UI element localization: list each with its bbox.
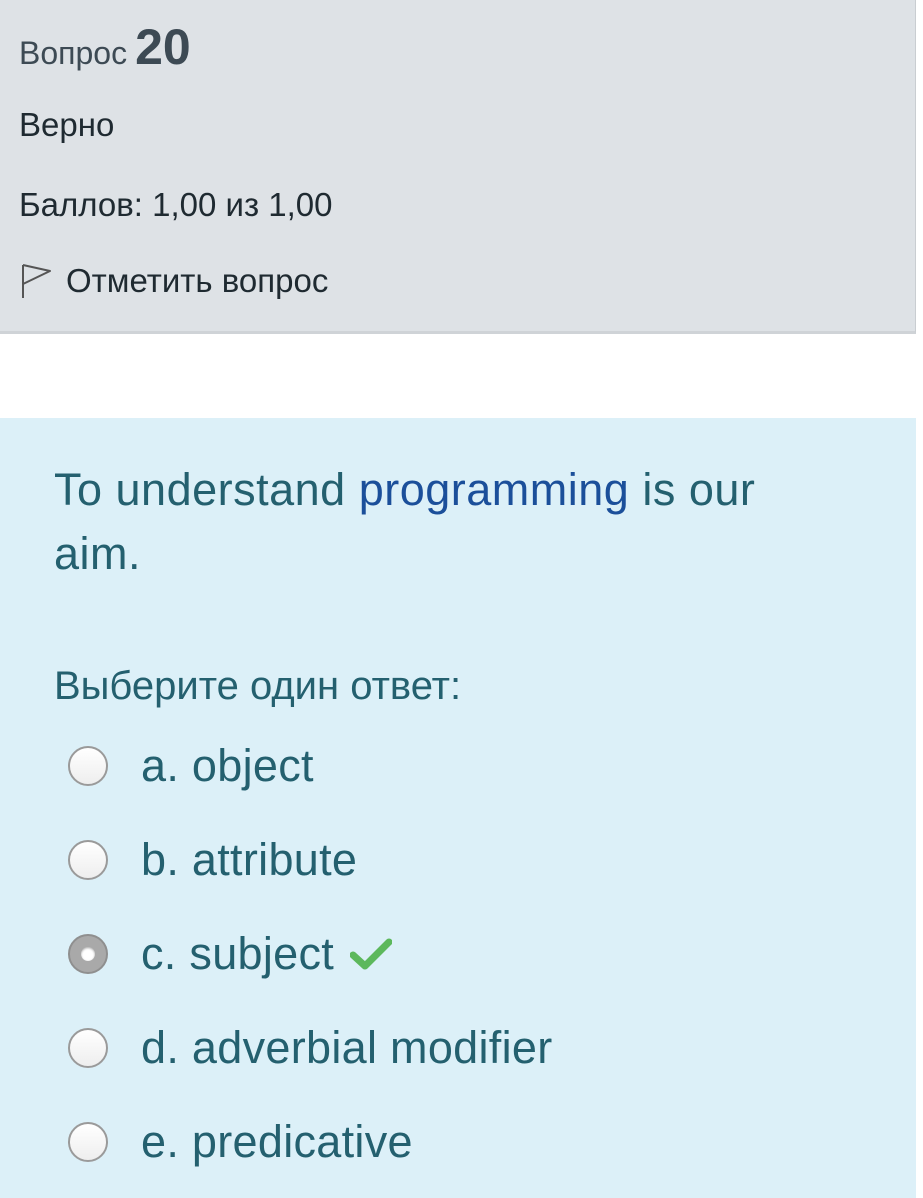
question-word: Вопрос bbox=[19, 35, 128, 71]
flag-question-link[interactable]: Отметить вопрос bbox=[19, 262, 328, 300]
question-info-panel: Вопрос 20 Верно Баллов: 1,00 из 1,00 Отме… bbox=[0, 0, 916, 334]
radio-button[interactable] bbox=[68, 1122, 108, 1162]
question-text-highlight: programming bbox=[358, 464, 630, 515]
radio-button-selected[interactable] bbox=[68, 934, 108, 974]
question-content-panel: To understand programming is our aim. Вы… bbox=[0, 418, 916, 1198]
answer-option-label: a. object bbox=[141, 740, 314, 791]
answer-option-b[interactable]: b. attribute bbox=[68, 834, 357, 886]
radio-button[interactable] bbox=[68, 746, 108, 786]
answer-option-label: c. subject bbox=[141, 928, 335, 979]
check-icon bbox=[350, 938, 393, 970]
question-status: Верно bbox=[19, 106, 115, 143]
question-header: Вопрос 20 bbox=[19, 18, 191, 76]
question-text-before: To understand bbox=[54, 464, 359, 515]
answer-option-label: e. predicative bbox=[141, 1116, 413, 1167]
flag-question-label: Отметить вопрос bbox=[66, 262, 329, 299]
radio-button[interactable] bbox=[68, 1028, 108, 1068]
question-number: 20 bbox=[135, 19, 191, 75]
answer-option-label: d. adverbial modifier bbox=[141, 1022, 553, 1073]
answer-option-label: b. attribute bbox=[141, 834, 358, 885]
flag-icon bbox=[22, 264, 51, 298]
answer-option-a[interactable]: a. object bbox=[68, 740, 314, 792]
question-grade: Баллов: 1,00 из 1,00 bbox=[19, 186, 333, 223]
question-text: To understand programming is our aim. bbox=[54, 458, 854, 586]
answer-prompt: Выберите один ответ: bbox=[54, 664, 462, 708]
answer-option-e[interactable]: e. predicative bbox=[68, 1116, 413, 1168]
radio-button[interactable] bbox=[68, 840, 108, 880]
answer-option-c[interactable]: c. subject bbox=[68, 928, 393, 980]
answer-option-d[interactable]: d. adverbial modifier bbox=[68, 1022, 553, 1074]
